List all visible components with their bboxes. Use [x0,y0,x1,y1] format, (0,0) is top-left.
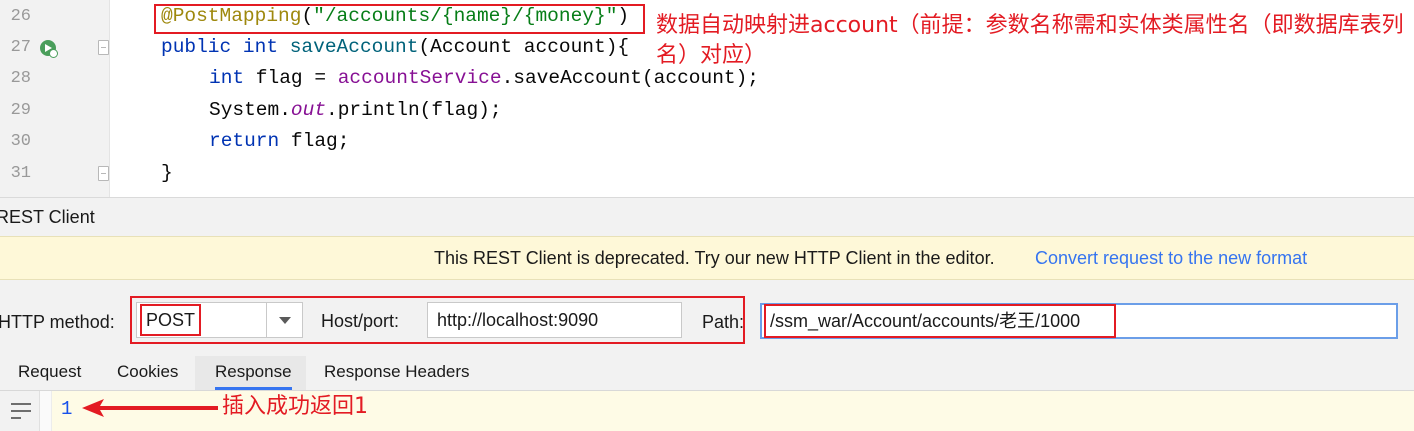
http-method-label: HTTP method: [0,312,115,332]
convert-request-link[interactable]: Convert request to the new format [1035,237,1307,280]
tab-cookies[interactable]: Cookies [117,356,178,387]
tab-response[interactable]: Response [215,356,292,390]
highlight-box [154,4,645,34]
tab-request[interactable]: Request [18,356,81,387]
code-text: return flag; [209,130,350,152]
deprecation-banner: This REST Client is deprecated. Try our … [0,236,1414,280]
highlight-box [140,304,201,336]
run-gutter-icon[interactable] [40,40,58,58]
response-value: 1 [61,398,73,420]
line-number: 30 [10,132,31,151]
fold-marker-icon[interactable] [98,166,109,181]
request-toolbar: HTTP method: POST Host/port: http://loca… [0,280,1414,356]
code-line: 29 System.out.println(flag); [0,95,1414,126]
soft-wrap-icon[interactable] [11,403,31,421]
line-number: 29 [10,101,31,120]
code-line: 30 return flag; [0,126,1414,157]
line-number: 27 [10,38,31,57]
line-number: 31 [10,164,31,183]
code-text: System.out.println(flag); [209,99,502,121]
highlight-box [130,296,745,344]
code-text: public int saveAccount(Account account){ [161,36,630,58]
annotation-arrow [82,399,218,417]
response-gutter [40,391,52,431]
tool-window-header: REST Client [0,197,1414,236]
highlight-box [764,304,1116,338]
result-annotation-note: 插入成功返回1 [222,394,368,419]
code-text: } [161,162,173,184]
tab-response-headers[interactable]: Response Headers [324,356,470,387]
line-number: 26 [10,7,31,26]
code-line: 31 } [0,158,1414,189]
fold-marker-icon[interactable] [98,40,109,55]
panel-title: REST Client [0,207,95,227]
code-editor[interactable]: 26 @PostMapping("/accounts/{name}/{money… [0,0,1414,197]
response-tabs: Request Cookies Response Response Header… [0,356,1414,391]
response-toolbar [0,391,40,431]
mapping-annotation-note: 数据自动映射进account（前提：参数名称需和实体类属性名（即数据库表列名）对… [656,13,1404,68]
line-number: 28 [10,69,31,88]
banner-text: This REST Client is deprecated. Try our … [434,248,995,268]
